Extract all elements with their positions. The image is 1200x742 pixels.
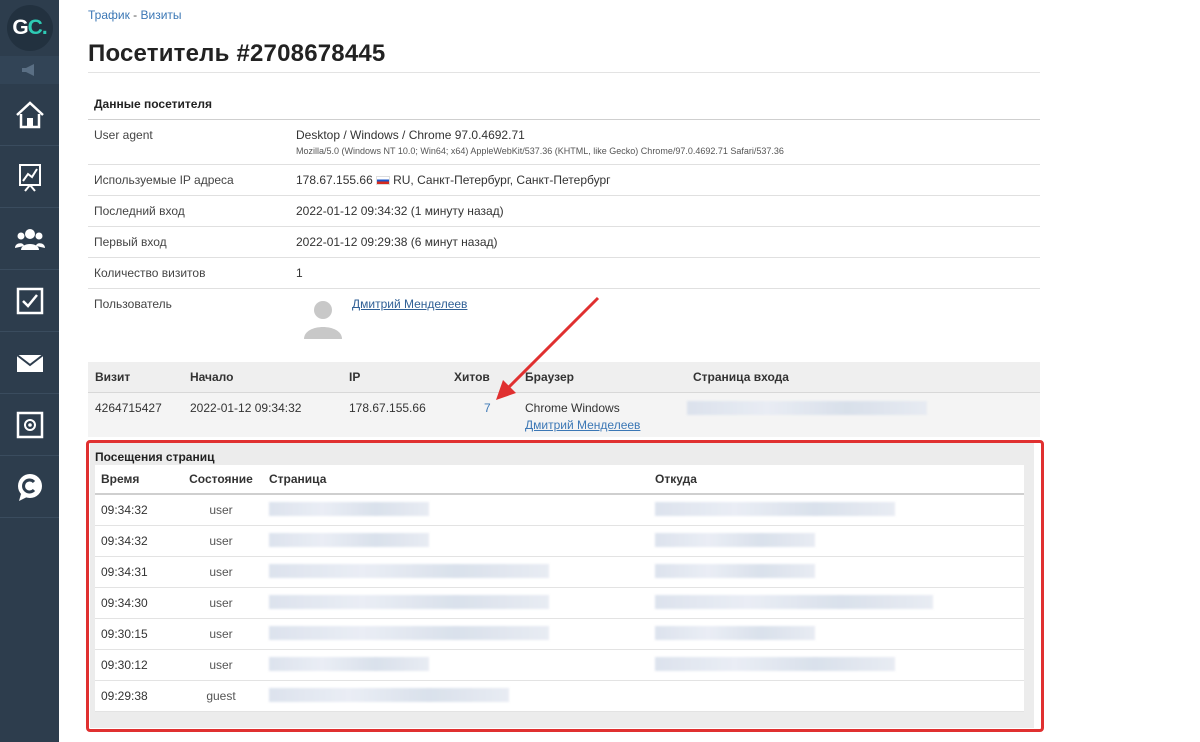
sidebar-item-settings[interactable] (0, 394, 59, 456)
first-login-label: Первый вход (94, 235, 167, 249)
hits-link[interactable]: 7 (484, 401, 491, 415)
users-icon (14, 228, 45, 250)
sidebar-item-tasks[interactable] (0, 270, 59, 332)
breadcrumb-visits[interactable]: Визиты (141, 8, 182, 22)
ip-row: Используемые IP адреса 178.67.155.66 RU,… (88, 165, 1040, 196)
col-ip: IP (349, 370, 361, 384)
sidebar-item-analytics[interactable] (0, 146, 59, 208)
logo-letter-c: C (27, 16, 43, 39)
sidebar-item-mail[interactable] (0, 332, 59, 394)
user-name-link[interactable]: Дмитрий Менделеев (352, 297, 467, 311)
russia-flag-icon (376, 176, 391, 186)
user-agent-value: Desktop / Windows / Chrome 97.0.4692.71 … (296, 120, 1040, 164)
megaphone-icon (21, 64, 34, 76)
col-entry-page: Страница входа (693, 370, 789, 384)
visit-start: 2022-01-12 09:34:32 (190, 401, 302, 415)
browser-user-link[interactable]: Дмитрий Менделеев (525, 418, 693, 432)
last-login-label: Последний вход (94, 204, 185, 218)
first-login-row: Первый вход 2022-01-12 09:29:38 (6 минут… (88, 227, 1040, 258)
visitor-info-table: Данные посетителя User agent Desktop / W… (88, 89, 1040, 349)
col-visit: Визит (95, 370, 131, 384)
col-start: Начало (190, 370, 234, 384)
sidebar-collapse-toggle[interactable] (0, 56, 59, 84)
user-agent-row: User agent Desktop / Windows / Chrome 97… (88, 120, 1040, 165)
sidebar-item-home[interactable] (0, 84, 59, 146)
home-icon (15, 100, 44, 128)
visit-id: 4264715427 (95, 401, 162, 415)
table-row: 4264715427 2022-01-12 09:34:32 178.67.15… (88, 393, 1040, 437)
visits-count-label: Количество визитов (94, 266, 206, 280)
logo-letter-g: G (12, 16, 28, 39)
user-value: Дмитрий Менделеев (296, 289, 1040, 349)
settings-safe-icon (16, 411, 43, 438)
last-login-row: Последний вход 2022-01-12 09:34:32 (1 ми… (88, 196, 1040, 227)
ip-label: Используемые IP адреса (94, 173, 234, 187)
breadcrumb-traffic[interactable]: Трафик (88, 8, 130, 22)
visits-header: Визит Начало IP Хитов Браузер Страница в… (88, 362, 1040, 393)
col-browser: Браузер (525, 370, 574, 384)
user-agent-label: User agent (94, 128, 153, 142)
tasks-icon (16, 287, 43, 314)
page-title: Посетитель #2708678445 (88, 40, 386, 67)
ip-address: 178.67.155.66 (296, 173, 373, 187)
avatar (304, 301, 342, 339)
highlight-frame (86, 440, 1044, 732)
visit-ip: 178.67.155.66 (349, 401, 426, 415)
user-label: Пользователь (94, 297, 172, 311)
redacted-entry-page (687, 401, 927, 415)
visitor-section-title: Данные посетителя (88, 89, 1040, 120)
visit-entry-page (687, 401, 1040, 437)
col-hits: Хитов (454, 370, 490, 384)
sidebar-item-users[interactable] (0, 208, 59, 270)
ip-value: 178.67.155.66 RU, Санкт-Петербург, Санкт… (296, 165, 1040, 195)
visit-hits: 7 (454, 401, 525, 437)
logo-mark: GC. (6, 5, 53, 51)
visit-browser: Chrome Windows Дмитрий Менделеев (525, 401, 693, 437)
breadcrumb: Трафик - Визиты (88, 8, 182, 22)
logo-dot: . (41, 16, 48, 39)
breadcrumb-separator: - (129, 8, 141, 22)
user-agent-full: Mozilla/5.0 (Windows NT 10.0; Win64; x64… (296, 146, 784, 156)
sidebar: GC. (0, 0, 59, 742)
chat-icon (17, 473, 42, 501)
logo[interactable]: GC. (0, 0, 59, 56)
chart-icon (18, 163, 41, 192)
user-row: Пользователь Дмитрий Менделеев (88, 289, 1040, 349)
user-agent-summary: Desktop / Windows / Chrome 97.0.4692.71 (296, 128, 525, 142)
browser-name: Chrome Windows (525, 401, 620, 415)
sidebar-item-chat[interactable] (0, 456, 59, 518)
first-login-value: 2022-01-12 09:29:38 (6 минут назад) (296, 235, 498, 249)
last-login-value: 2022-01-12 09:34:32 (1 минуту назад) (296, 204, 504, 218)
visits-count-value: 1 (296, 266, 303, 280)
ip-location: RU, Санкт-Петербург, Санкт-Петербург (393, 173, 611, 187)
title-divider (88, 72, 1040, 73)
mail-icon (15, 353, 44, 372)
visits-table: Визит Начало IP Хитов Браузер Страница в… (88, 362, 1040, 437)
visits-count-row: Количество визитов 1 (88, 258, 1040, 289)
